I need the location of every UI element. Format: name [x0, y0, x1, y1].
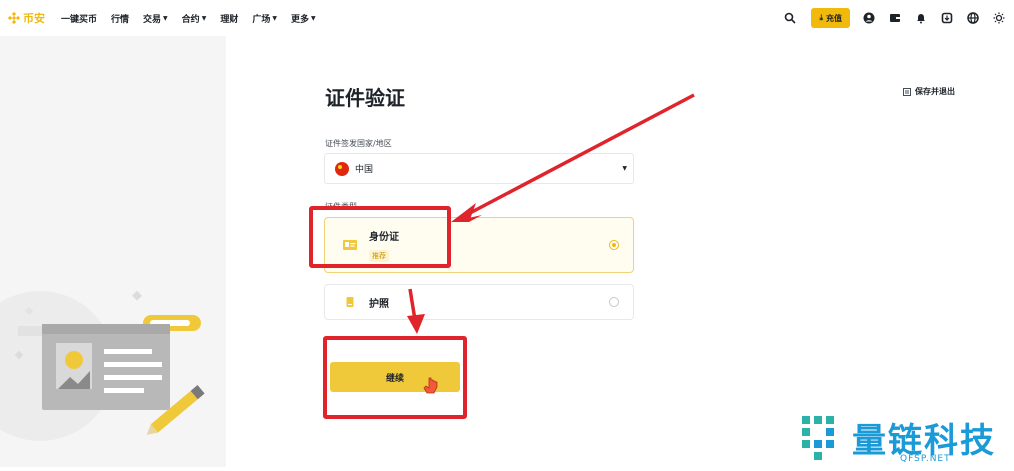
annotation-arrows [407, 93, 695, 394]
pointer-cursor-icon [423, 377, 438, 394]
watermark-logo-icon [802, 416, 834, 460]
arrowhead-icon [407, 314, 425, 334]
watermark-subtitle: QFSP.NET [900, 454, 951, 464]
arrow-to-id-card [469, 93, 695, 215]
watermark: 量链科技 QFSP.NET [794, 407, 1014, 467]
